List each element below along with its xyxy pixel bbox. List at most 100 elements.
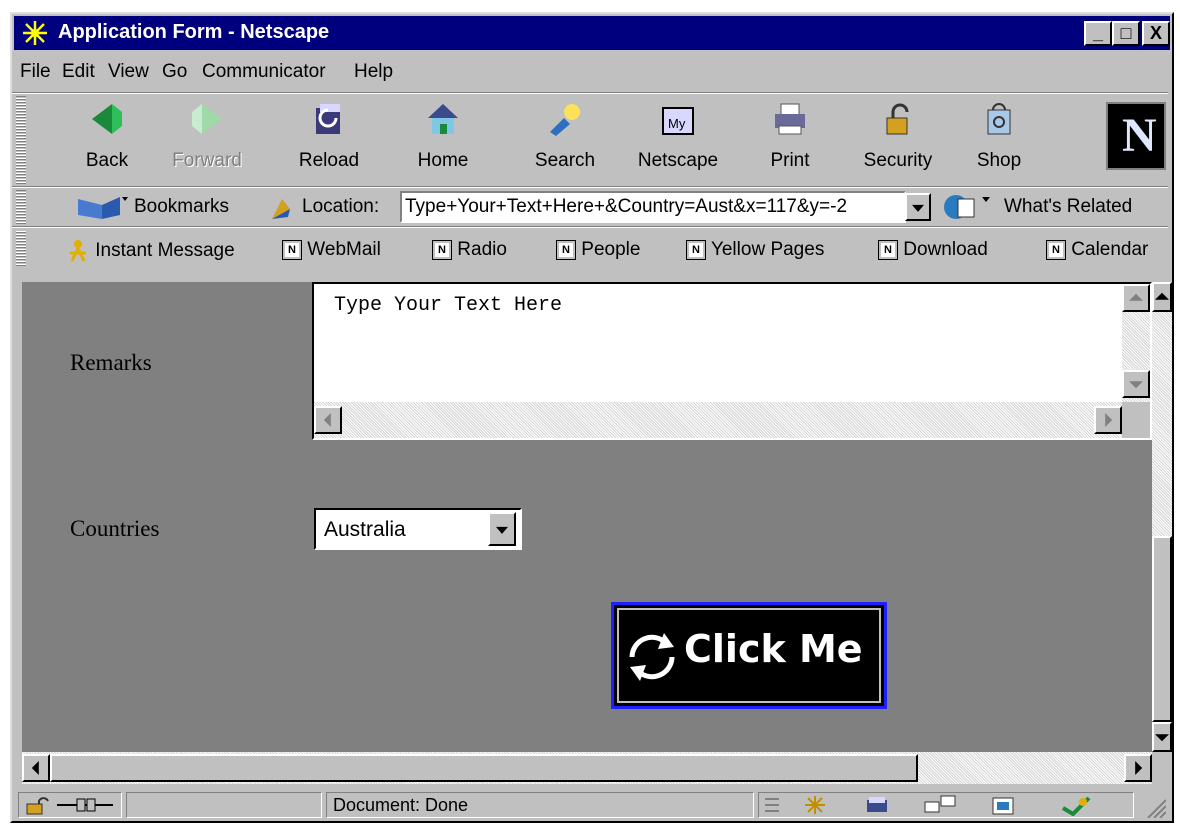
personal-item-webmail[interactable]: N WebMail	[282, 239, 381, 261]
bookmark-page-icon: N	[878, 239, 898, 260]
toolbar-grip[interactable]	[16, 230, 26, 266]
personal-item-people[interactable]: N People	[556, 239, 640, 261]
print-icon	[775, 103, 805, 135]
security-button[interactable]: Security	[852, 94, 944, 188]
textarea-vertical-scrollbar[interactable]	[1122, 284, 1150, 402]
menu-file[interactable]: File	[20, 61, 51, 83]
menu-go[interactable]: Go	[162, 61, 187, 83]
location-icon[interactable]	[268, 195, 294, 221]
refresh-arrows-icon	[629, 633, 675, 681]
instant-message-icon	[70, 240, 86, 262]
personal-item-instant-message[interactable]: Instant Message	[66, 239, 235, 263]
scroll-left-button[interactable]	[314, 406, 342, 434]
close-button[interactable]: X	[1142, 21, 1170, 46]
arrow-up-icon	[1155, 292, 1169, 300]
scroll-thumb[interactable]	[50, 754, 918, 782]
url-field[interactable]: Type+Your+Text+Here+&Country=Aust&x=117&…	[400, 191, 906, 223]
page-horizontal-scrollbar[interactable]	[22, 752, 1152, 784]
chevron-down-icon	[496, 526, 508, 534]
close-icon: X	[1149, 23, 1162, 43]
scroll-right-button[interactable]	[1124, 754, 1152, 782]
bookmark-page-icon: N	[686, 239, 706, 260]
scrollbar-corner	[1122, 402, 1150, 438]
shop-bag-icon	[987, 103, 1011, 135]
unlocked-padlock-icon[interactable]	[25, 795, 49, 815]
countries-dropdown-button[interactable]	[488, 512, 516, 546]
reload-icon	[316, 104, 340, 134]
back-button[interactable]: Back	[68, 94, 146, 188]
minimize-button[interactable]: _	[1084, 21, 1112, 46]
print-button[interactable]: Print	[752, 94, 828, 188]
scroll-up-button[interactable]	[1152, 282, 1172, 312]
status-security-panel	[18, 792, 122, 818]
url-history-dropdown[interactable]	[905, 193, 931, 221]
resize-grip-icon[interactable]	[1144, 796, 1166, 818]
navigator-icon[interactable]	[801, 794, 829, 816]
menu-edit[interactable]: Edit	[62, 61, 95, 83]
bookmark-page-icon: N	[1046, 239, 1066, 260]
maximize-button[interactable]: □	[1112, 21, 1140, 46]
maximize-icon: □	[1120, 23, 1132, 43]
textarea-horizontal-scrollbar[interactable]	[314, 402, 1150, 438]
chevron-down-icon	[912, 204, 924, 212]
location-label: Location:	[302, 196, 380, 217]
back-arrow-icon	[92, 104, 122, 134]
security-lock-icon	[886, 103, 909, 135]
status-progress-panel	[126, 792, 322, 818]
personal-item-radio[interactable]: N Radio	[432, 239, 507, 261]
status-text: Document: Done	[333, 795, 469, 815]
menu-view[interactable]: View	[108, 61, 149, 83]
click-me-button[interactable]: Click Me	[611, 602, 887, 709]
reload-button[interactable]: Reload	[284, 94, 374, 188]
scroll-right-button[interactable]	[1094, 406, 1122, 434]
netscape-logo[interactable]: N	[1106, 102, 1166, 170]
countries-label: Countries	[70, 516, 160, 541]
arrow-up-icon	[1129, 293, 1143, 301]
mail-icon[interactable]	[863, 794, 891, 816]
instant-messenger-icon[interactable]	[1059, 794, 1093, 816]
bookmark-page-icon: N	[556, 239, 576, 260]
arrow-left-icon	[323, 413, 331, 427]
remarks-label: Remarks	[70, 350, 152, 375]
bookmarks-icon	[78, 197, 128, 219]
component-bar-grip-icon[interactable]	[763, 795, 781, 815]
page-content: Remarks Type Your Text Here Countries Au…	[22, 282, 1152, 752]
search-button[interactable]: Search	[522, 94, 608, 188]
scroll-thumb[interactable]	[1152, 536, 1172, 722]
toolbar-grip[interactable]	[16, 190, 26, 224]
countries-select[interactable]: Australia	[314, 508, 522, 550]
scroll-up-button[interactable]	[1122, 284, 1150, 312]
component-bar	[758, 792, 1134, 818]
home-button[interactable]: Home	[402, 94, 484, 188]
scroll-down-button[interactable]	[1122, 370, 1150, 398]
my-netscape-icon: My	[662, 107, 694, 135]
bookmark-page-icon: N	[282, 239, 302, 260]
my-netscape-button[interactable]: My Netscape	[628, 94, 728, 188]
connection-plug-icon	[57, 798, 113, 812]
personal-item-yellow-pages[interactable]: N Yellow Pages	[686, 239, 824, 261]
discussions-icon[interactable]	[923, 794, 959, 816]
status-text-panel: Document: Done	[326, 792, 754, 818]
page-vertical-scrollbar[interactable]	[1152, 282, 1172, 752]
scroll-left-button[interactable]	[22, 754, 50, 782]
personal-item-calendar[interactable]: N Calendar	[1046, 239, 1148, 261]
composer-icon[interactable]	[989, 794, 1017, 816]
personal-item-download[interactable]: N Download	[878, 239, 988, 261]
title-bar: Application Form - Netscape _ □ X	[14, 16, 1170, 50]
arrow-right-icon	[1105, 413, 1113, 427]
scroll-down-button[interactable]	[1152, 722, 1172, 752]
menu-bar: File Edit View Go Communicator Help	[14, 52, 1170, 92]
bookmark-page-icon: N	[432, 239, 452, 260]
remarks-textarea[interactable]: Type Your Text Here	[312, 282, 1152, 440]
separator	[12, 186, 1168, 188]
menu-help[interactable]: Help	[354, 61, 393, 83]
netscape-app-icon	[23, 21, 47, 45]
browser-window: Application Form - Netscape _ □ X File E…	[10, 12, 1174, 823]
arrow-down-icon	[1155, 734, 1169, 742]
menu-communicator[interactable]: Communicator	[202, 61, 326, 83]
minimize-icon: _	[1092, 23, 1103, 43]
toolbar-grip[interactable]	[16, 96, 26, 184]
forward-button[interactable]: Forward	[162, 94, 252, 188]
shop-button[interactable]: Shop	[964, 94, 1034, 188]
whats-related-icon	[944, 195, 990, 219]
